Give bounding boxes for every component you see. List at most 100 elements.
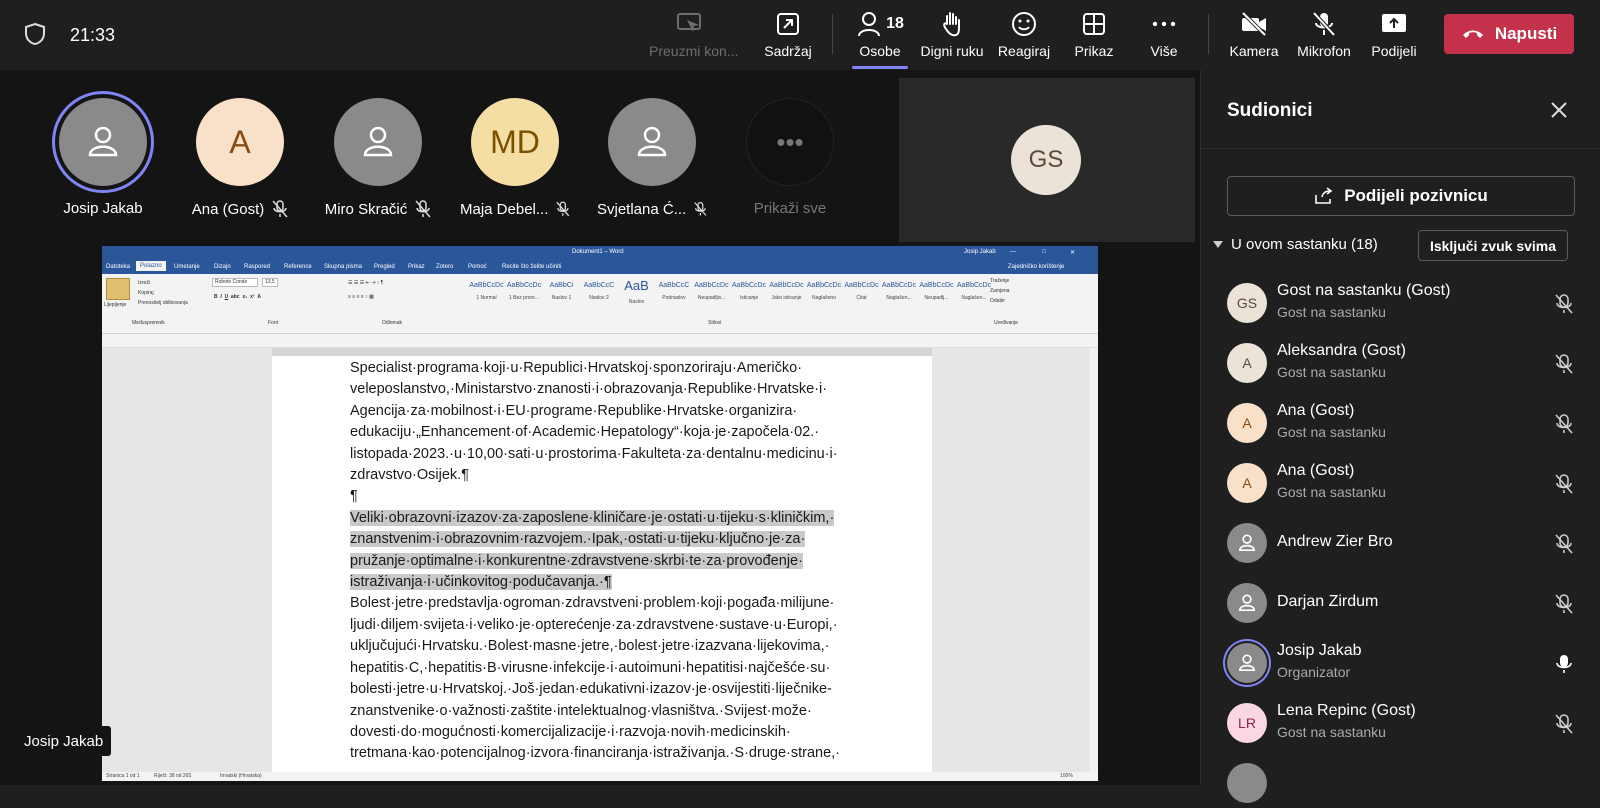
- more-button[interactable]: Više: [1124, 8, 1204, 64]
- mic-off-icon: [272, 200, 288, 218]
- font-name-field[interactable]: Roboto Conde: [212, 278, 258, 287]
- bold-button[interactable]: B I U abc x₂ x² A: [214, 294, 261, 300]
- participant-row[interactable]: A Ana (Gost) Gost na sastanku: [1227, 458, 1575, 508]
- view-button[interactable]: Prikaz: [1054, 8, 1134, 64]
- participant-row[interactable]: [1227, 758, 1575, 808]
- participant-tile[interactable]: Miro Skračić: [323, 98, 433, 218]
- tab-review[interactable]: Pregled: [374, 264, 395, 270]
- document-body[interactable]: Specialist·programa·koji·u·Republici·Hrv…: [350, 358, 850, 765]
- style-gallery-item[interactable]: AaBbCcDc 1 Normal: [468, 276, 505, 312]
- mic-on-icon: [1556, 655, 1572, 673]
- toolbar-divider: [832, 14, 833, 54]
- participant-name: Svjetlana Ć...: [597, 200, 707, 218]
- replace-button[interactable]: Zamjena: [990, 288, 1009, 294]
- document-page[interactable]: Specialist·programa·koji·u·Republici·Hrv…: [272, 356, 932, 776]
- paste-icon[interactable]: [106, 278, 130, 300]
- tab-references[interactable]: Reference: [284, 264, 312, 270]
- align-buttons[interactable]: ≡ ≡ ≡ ≡ ↕ ▦: [348, 294, 374, 300]
- participant-row[interactable]: Andrew Zier Bro: [1227, 518, 1575, 568]
- style-gallery-item[interactable]: AaBbCi Naslov 1: [543, 276, 580, 312]
- style-gallery-item[interactable]: AaBbCcDc Citat: [843, 276, 880, 312]
- tab-file[interactable]: Datoteka: [106, 264, 130, 270]
- avatar: LR: [1227, 703, 1267, 743]
- share-content-button[interactable]: Sadržaj: [748, 8, 828, 64]
- mic-off-icon: [1312, 11, 1336, 37]
- people-button[interactable]: 18 Osobe: [840, 8, 920, 64]
- document-canvas[interactable]: Specialist·programa·koji·u·Republici·Hrv…: [102, 348, 1098, 776]
- tab-design[interactable]: Dizajn: [214, 264, 231, 270]
- style-preview: AaBbCcDc: [506, 282, 542, 289]
- share-content-icon: [777, 13, 799, 35]
- person-icon: [1239, 594, 1255, 611]
- people-count: 18: [886, 15, 904, 32]
- share-button[interactable]: Zajedničko korištenje: [1008, 264, 1064, 270]
- participant-row[interactable]: GS Gost na sastanku (Gost) Gost na sasta…: [1227, 278, 1575, 328]
- participant-row[interactable]: LR Lena Repinc (Gost) Gost na sastanku: [1227, 698, 1575, 748]
- large-participant-tile[interactable]: GS: [899, 78, 1195, 242]
- divider: [1201, 148, 1600, 149]
- share-invite-button[interactable]: Podijeli pozivnicu: [1227, 176, 1575, 216]
- shared-screen[interactable]: Dokument1 – Word Josip Jakab — □ ✕ Datot…: [102, 246, 1098, 781]
- participant-row[interactable]: A Ana (Gost) Gost na sastanku: [1227, 398, 1575, 448]
- mic-off-icon: [1555, 534, 1573, 554]
- style-gallery-item[interactable]: AaBbCcDc Jako isticanje: [768, 276, 805, 312]
- tab-insert[interactable]: Umetanje: [174, 264, 200, 270]
- tab-zotero[interactable]: Zotero: [436, 264, 453, 270]
- participant-name: Josip Jakab: [63, 200, 143, 217]
- mute-all-button[interactable]: Isključi zvuk svima: [1418, 230, 1568, 261]
- participant-tile[interactable]: MD Maja Debel...: [460, 98, 570, 218]
- style-gallery-item[interactable]: AaBbCcC Naslov 2: [581, 276, 618, 312]
- person-icon: [1239, 534, 1255, 551]
- styles-gallery: AaBbCcDc 1 Normal AaBbCcDc 1 Bez prore... Aa…: [468, 276, 998, 312]
- leave-button[interactable]: Napusti: [1444, 14, 1574, 54]
- participant-row[interactable]: A Aleksandra (Gost) Gost na sastanku: [1227, 338, 1575, 388]
- select-button[interactable]: Odabir: [990, 298, 1005, 304]
- style-preview: AaBbCcDc: [731, 282, 767, 289]
- style-gallery-item[interactable]: AaBbCcDc Isticanje: [731, 276, 768, 312]
- tell-me-box[interactable]: Recite što želite učiniti: [502, 264, 561, 270]
- close-icon[interactable]: ✕: [1070, 249, 1075, 256]
- zoom-level[interactable]: 100%: [1060, 773, 1073, 779]
- in-meeting-section-toggle[interactable]: U ovom sastanku (18): [1213, 236, 1378, 253]
- paragraph: ¶: [350, 488, 358, 505]
- font-size-field[interactable]: 13,5: [262, 278, 278, 287]
- style-gallery-item[interactable]: AaBbCcC Podnaslov: [656, 276, 693, 312]
- participant-tile[interactable]: Josip Jakab: [48, 98, 158, 217]
- style-gallery-item[interactable]: AaBbCcDc Naglašen...: [881, 276, 918, 312]
- close-icon[interactable]: [1547, 98, 1571, 122]
- react-button[interactable]: Reagiraj: [984, 8, 1064, 64]
- find-button[interactable]: Traženje: [990, 278, 1009, 284]
- more-icon: [1152, 21, 1176, 27]
- shield-icon[interactable]: [24, 22, 46, 46]
- mic-off-icon: [556, 201, 570, 217]
- minimize-icon[interactable]: —: [1010, 249, 1016, 255]
- maximize-icon[interactable]: □: [1042, 249, 1046, 255]
- participant-row[interactable]: Darjan Zirdum: [1227, 578, 1575, 628]
- style-preview: AaBbCcDc: [881, 282, 917, 289]
- style-gallery-item[interactable]: AaBbCcDc 1 Bez prore...: [506, 276, 543, 312]
- participant-row[interactable]: Josip Jakab Organizator: [1227, 638, 1575, 688]
- react-icon: [1012, 12, 1036, 36]
- participant-tile[interactable]: Svjetlana Ć...: [597, 98, 707, 218]
- share-tray-button[interactable]: Podijeli: [1354, 8, 1434, 64]
- camera-toggle[interactable]: Kamera: [1214, 8, 1294, 64]
- tab-view[interactable]: Prikaz: [408, 264, 425, 270]
- style-gallery-item[interactable]: AaBbCcDc Naglašen...: [956, 276, 993, 312]
- style-gallery-item[interactable]: AaBbCcDc Naglašeno: [806, 276, 843, 312]
- tab-mailings[interactable]: Skupna pisma: [324, 264, 362, 270]
- show-all-button[interactable]: ••• Prikaži sve: [735, 98, 845, 217]
- vertical-scrollbar[interactable]: [1090, 348, 1098, 772]
- quick-access-toolbar: [102, 334, 1098, 348]
- tab-home[interactable]: Polazno: [136, 261, 166, 271]
- style-gallery-item[interactable]: AaB Naslov: [618, 276, 655, 312]
- style-gallery-item[interactable]: AaBbCcDc Neupadlj...: [918, 276, 955, 312]
- style-preview: AaB: [624, 278, 649, 293]
- style-gallery-item[interactable]: AaBbCcDc Neupadljiv...: [693, 276, 730, 312]
- take-control-button[interactable]: Preuzmi kon...: [649, 8, 738, 64]
- raise-hand-button[interactable]: Digni ruku: [912, 8, 992, 64]
- microphone-toggle[interactable]: Mikrofon: [1284, 8, 1364, 64]
- list-buttons[interactable]: ☰ ☰ ☰ ⇤ ⇥ ↕ ¶: [348, 280, 383, 286]
- participant-tile[interactable]: A Ana (Gost): [185, 98, 295, 218]
- tab-help[interactable]: Pomoć: [468, 264, 487, 270]
- tab-layout[interactable]: Raspored: [244, 264, 270, 270]
